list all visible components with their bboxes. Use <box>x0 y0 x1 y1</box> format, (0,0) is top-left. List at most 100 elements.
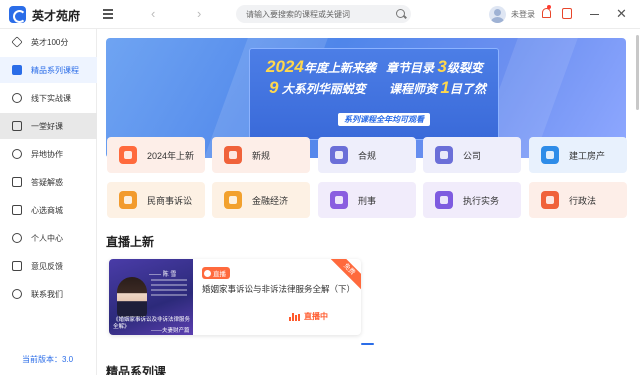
sidebar-item-label: 一堂好课 <box>31 121 63 131</box>
app-window: 英才苑府 ‹ › 未登录 ✕ 英才100分 精品系列课程 线下实战课 <box>0 0 640 375</box>
sidebar-item-offline-courses[interactable]: 线下实战课 <box>0 85 97 111</box>
sidebar-item-label: 心选商城 <box>31 205 63 215</box>
minimize-button[interactable] <box>590 14 599 15</box>
sidebar-item-label: 联系我们 <box>31 289 63 299</box>
search-input[interactable] <box>246 6 394 22</box>
new-icon <box>119 146 137 164</box>
sidebar-item-good-lesson[interactable]: 一堂好课 <box>0 113 97 139</box>
sidebar-item-qa[interactable]: 答疑解惑 <box>0 169 97 195</box>
category-label: 建工房产 <box>569 150 606 161</box>
category-company[interactable]: 公司 <box>423 137 521 173</box>
building-icon <box>541 146 559 164</box>
login-status[interactable]: 未登录 <box>511 9 535 20</box>
category-label: 公司 <box>463 150 482 161</box>
app-logo-icon <box>9 6 26 23</box>
category-new-2024[interactable]: 2024年上新 <box>107 137 205 173</box>
sidebar-item-remote-collab[interactable]: 异地协作 <box>0 141 97 167</box>
live-course-title: 婚姻家事诉讼与非诉法律服务全解（下） <box>202 284 356 294</box>
category-label: 2024年上新 <box>147 150 195 161</box>
menu-toggle-icon[interactable] <box>103 9 113 19</box>
close-button[interactable]: ✕ <box>616 6 627 22</box>
checkin-icon[interactable] <box>562 8 572 19</box>
scrollbar[interactable] <box>636 35 639 110</box>
banner-line-2: 9 大系列华丽蜕变 <box>269 78 366 97</box>
company-icon <box>435 146 453 164</box>
category-label: 新规 <box>252 150 271 161</box>
category-construction-realestate[interactable]: 建工房产 <box>529 137 627 173</box>
sidebar-item-label: 答疑解惑 <box>31 177 63 187</box>
category-label: 民商事诉讼 <box>147 195 193 206</box>
lecturer-name: —— 陈 雪 <box>149 272 177 278</box>
sidebar-item-contact[interactable]: 联系我们 <box>0 281 97 307</box>
sidebar-item-label: 异地协作 <box>31 149 63 159</box>
category-criminal[interactable]: 刑事 <box>318 182 416 218</box>
target-icon <box>12 93 22 103</box>
book-icon <box>12 65 22 75</box>
sidebar-item-feedback[interactable]: 意见反馈 <box>0 253 97 279</box>
category-label: 执行实务 <box>463 195 500 206</box>
category-enforcement[interactable]: 执行实务 <box>423 182 521 218</box>
user-icon <box>12 233 22 243</box>
banner-line-3: 章节目录 3级裂变 <box>386 57 483 76</box>
video-icon <box>12 121 22 131</box>
top-bar: 英才苑府 ‹ › 未登录 ✕ <box>0 0 640 29</box>
banner-line-4: 课程师资 1目了然 <box>389 78 486 97</box>
equalizer-icon <box>289 312 301 321</box>
thumb-bio-lines <box>151 279 187 299</box>
category-label: 行政法 <box>569 195 597 206</box>
finance-icon <box>224 191 242 209</box>
notification-dot <box>547 5 551 9</box>
badge-icon <box>435 191 453 209</box>
live-status: 直播中 <box>289 311 328 322</box>
category-label: 合规 <box>358 150 377 161</box>
banner-line-1: 2024年度上新来袭 <box>266 57 376 76</box>
sidebar-item-series-courses[interactable]: 精品系列课程 <box>0 57 97 83</box>
banner-tag: 系列课程全年均可观看 <box>338 113 430 126</box>
sidebar: 英才100分 精品系列课程 线下实战课 一堂好课 异地协作 答疑解惑 心选商城 <box>0 29 97 375</box>
section-title-series: 精品系列课 <box>106 365 167 375</box>
sidebar-item-shop[interactable]: 心选商城 <box>0 197 97 223</box>
lecturer-portrait <box>117 277 147 317</box>
bell-icon[interactable] <box>542 8 551 18</box>
thumb-caption-sub: ——夫妻财产篇 <box>151 328 190 334</box>
sidebar-item-label: 个人中心 <box>31 233 63 243</box>
sidebar-item-label: 精品系列课程 <box>31 65 79 75</box>
message-icon <box>12 177 22 187</box>
courthouse-icon <box>541 191 559 209</box>
app-title: 英才苑府 <box>32 9 81 23</box>
diamond-icon <box>11 36 23 48</box>
search-icon[interactable] <box>396 9 405 18</box>
document-icon <box>224 146 242 164</box>
sidebar-item-label: 意见反馈 <box>31 261 63 271</box>
back-button[interactable]: ‹ <box>151 6 155 21</box>
category-civil-litigation[interactable]: 民商事诉讼 <box>107 182 205 218</box>
gavel-icon <box>119 191 137 209</box>
category-finance[interactable]: 金融经济 <box>212 182 310 218</box>
scale-icon <box>330 146 348 164</box>
live-course-card[interactable]: —— 陈 雪 《婚姻家事诉讼及非诉法律服务全解》 ——夫妻财产篇 直播 婚姻家事… <box>109 259 361 335</box>
version-label: 当前版本：3.0 <box>22 355 74 364</box>
category-compliance[interactable]: 合规 <box>318 137 416 173</box>
sidebar-item-elite100[interactable]: 英才100分 <box>0 29 97 55</box>
avatar[interactable] <box>489 6 506 23</box>
live-badge: 直播 <box>202 267 230 279</box>
live-thumbnail: —— 陈 雪 《婚姻家事诉讼及非诉法律服务全解》 ——夫妻财产篇 <box>109 259 193 335</box>
main-content: 2024年度上新来袭 9 大系列华丽蜕变 章节目录 3级裂变 课程师资 1目了然… <box>97 29 640 375</box>
feedback-icon <box>12 261 22 271</box>
sidebar-item-profile[interactable]: 个人中心 <box>0 225 97 251</box>
handcuffs-icon <box>330 191 348 209</box>
shop-icon <box>12 205 22 215</box>
section-title-live: 直播上新 <box>106 235 155 249</box>
search-box[interactable] <box>236 5 411 23</box>
sidebar-item-label: 英才100分 <box>31 37 69 47</box>
category-label: 刑事 <box>358 195 377 206</box>
category-administrative-law[interactable]: 行政法 <box>529 182 627 218</box>
category-label: 金融经济 <box>252 195 289 206</box>
sidebar-item-label: 线下实战课 <box>31 93 71 103</box>
carousel-indicator[interactable] <box>361 343 374 345</box>
category-new-rules[interactable]: 新规 <box>212 137 310 173</box>
forward-button[interactable]: › <box>197 6 201 21</box>
headset-icon <box>12 289 22 299</box>
live-badge-icon <box>204 269 211 277</box>
chat-icon <box>12 149 22 159</box>
